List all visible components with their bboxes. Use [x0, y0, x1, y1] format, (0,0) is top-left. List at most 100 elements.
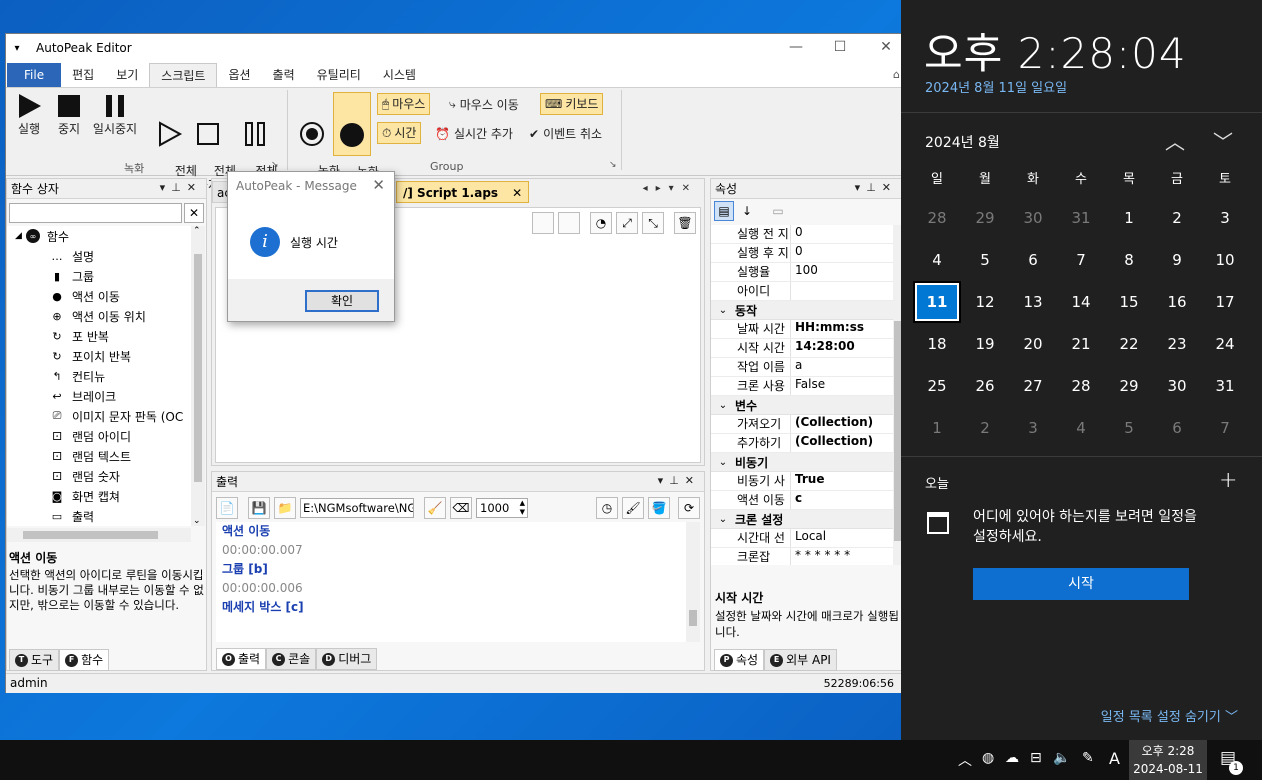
- log-limit-stepper[interactable]: 1000 ▲ ▼: [476, 498, 528, 518]
- tree-item-print[interactable]: ▭ 출력: [7, 506, 191, 526]
- run-button[interactable]: 실행: [12, 92, 46, 136]
- paint-bucket-icon[interactable]: 🪣: [648, 497, 670, 519]
- property-row[interactable]: 가져오기 (Collection): [711, 415, 893, 434]
- broom-icon[interactable]: 🧹: [424, 497, 446, 519]
- calendar-day[interactable]: 29: [1105, 365, 1153, 407]
- dialog-ok-button[interactable]: 확인: [305, 290, 379, 312]
- calendar-day[interactable]: 22: [1105, 323, 1153, 365]
- close-tab-icon[interactable]: ✕: [512, 186, 522, 200]
- property-row[interactable]: 크론 사용 False: [711, 377, 893, 396]
- taskbar-clock[interactable]: 오후 2:28 2024-08-11: [1129, 740, 1207, 780]
- tree-item-description[interactable]: … 설명: [7, 246, 191, 266]
- pane-controls[interactable]: ▾⊥✕: [855, 181, 897, 194]
- calendar-day[interactable]: 2: [961, 407, 1009, 449]
- calendar-day[interactable]: 2: [1153, 197, 1201, 239]
- tree-item-for-loop[interactable]: ↻ 포 반복: [7, 326, 191, 346]
- property-row[interactable]: 시작 시간 14:28:00: [711, 339, 893, 358]
- calendar-day[interactable]: 14: [1057, 281, 1105, 323]
- group2-launcher-icon[interactable]: ↘: [609, 160, 617, 170]
- calendar-day[interactable]: 5: [1105, 407, 1153, 449]
- calendar-day[interactable]: 30: [1153, 365, 1201, 407]
- calendar-day[interactable]: 7: [1057, 239, 1105, 281]
- calendar-next-icon[interactable]: ﹀: [1213, 126, 1233, 155]
- calendar-prev-icon[interactable]: ︿: [1165, 126, 1185, 155]
- menu-output[interactable]: 출력: [262, 63, 306, 87]
- folder-icon[interactable]: 📁: [274, 497, 296, 519]
- property-row[interactable]: 작업 이름 a: [711, 358, 893, 377]
- calendar-day[interactable]: 6: [1009, 239, 1057, 281]
- menu-file[interactable]: File: [7, 63, 62, 87]
- property-row[interactable]: 시간대 선 Local: [711, 529, 893, 548]
- event-cancel-button[interactable]: ✔ 이벤트 취소: [529, 125, 602, 142]
- minimize-button[interactable]: —: [773, 34, 819, 62]
- scroll-thumb[interactable]: [194, 254, 202, 482]
- blank-tool-2[interactable]: [558, 212, 580, 234]
- dialog-close-icon[interactable]: ✕: [372, 176, 385, 194]
- tab-functions[interactable]: F 함수: [59, 649, 110, 671]
- clock-icon[interactable]: ◷: [596, 497, 618, 519]
- flyout-date-link[interactable]: 2024년 8월 11일 일요일: [925, 77, 1067, 96]
- mouse-button[interactable]: 🖱 마우스: [377, 93, 431, 115]
- timer-icon[interactable]: ◔: [590, 212, 612, 234]
- add-event-icon[interactable]: +: [1219, 468, 1237, 493]
- tree-item-action-move-position[interactable]: ⊕ 액션 이동 위치: [7, 306, 191, 326]
- calendar-month[interactable]: 2024년 8월: [925, 132, 1000, 152]
- property-category-action[interactable]: ⌄ 동작: [711, 301, 893, 320]
- brush-icon[interactable]: 🖌: [622, 497, 644, 519]
- maximize-button[interactable]: ☐: [817, 34, 863, 62]
- calendar-day[interactable]: 31: [1201, 365, 1249, 407]
- blank-tool-1[interactable]: [532, 212, 554, 234]
- mouse-move-button[interactable]: ⤷ 마우스 이동: [449, 96, 519, 113]
- calendar-day[interactable]: 10: [1201, 239, 1249, 281]
- calendar-day[interactable]: 15: [1105, 281, 1153, 323]
- calendar-day[interactable]: 29: [961, 197, 1009, 239]
- tree-vertical-scrollbar[interactable]: ⌃ ⌄: [191, 226, 205, 526]
- tree-item-random-id[interactable]: ⚀ 랜덤 아이디: [7, 426, 191, 446]
- menu-view[interactable]: 보기: [105, 63, 149, 87]
- tree-item-random-number[interactable]: ⚀ 랜덤 숫자: [7, 466, 191, 486]
- pane-controls[interactable]: ▾⊥✕: [160, 181, 202, 194]
- menu-utility[interactable]: 유틸리티: [306, 63, 372, 87]
- property-row[interactable]: 크론잡 * * * * * *: [711, 548, 893, 565]
- calendar-day[interactable]: 6: [1153, 407, 1201, 449]
- calendar-day[interactable]: 12: [961, 281, 1009, 323]
- menu-script[interactable]: 스크립트: [149, 63, 218, 87]
- calendar-day[interactable]: 1: [913, 407, 961, 449]
- collapse-icon[interactable]: ⌄: [711, 514, 735, 525]
- delete-icon[interactable]: 🗑: [674, 212, 696, 234]
- calendar-day[interactable]: 25: [913, 365, 961, 407]
- keyboard-button[interactable]: ⌨ 키보드: [540, 93, 604, 115]
- tree-horizontal-scrollbar[interactable]: [7, 528, 191, 542]
- meet-now-icon[interactable]: ◍: [982, 750, 994, 766]
- show-hidden-icons-icon[interactable]: ︿: [958, 750, 972, 770]
- menu-options[interactable]: 옵션: [217, 63, 261, 87]
- tab-debug[interactable]: D 디버그: [316, 648, 378, 670]
- stop-button[interactable]: 중지: [52, 92, 86, 136]
- doc-tab-controls[interactable]: ◂▸▾✕: [643, 183, 698, 194]
- function-search-input[interactable]: [9, 203, 182, 223]
- onedrive-icon[interactable]: ☁: [1005, 750, 1019, 766]
- property-row[interactable]: 비동기 사 True: [711, 472, 893, 491]
- pen-icon[interactable]: ✎: [1082, 750, 1094, 766]
- property-row[interactable]: 실행 후 지0: [711, 244, 893, 263]
- calendar-day[interactable]: 1: [1105, 197, 1153, 239]
- collapse-icon[interactable]: ⌄: [711, 457, 735, 468]
- collapse-icon[interactable]: ◢: [15, 231, 22, 241]
- calendar-day[interactable]: 27: [1009, 365, 1057, 407]
- property-pages-icon[interactable]: ▭: [768, 201, 788, 221]
- calendar-day[interactable]: 26: [961, 365, 1009, 407]
- new-log-icon[interactable]: 📄: [216, 497, 238, 519]
- doc-tab-script[interactable]: /] Script 1.aps ✕: [396, 181, 530, 203]
- calendar-day-today[interactable]: 11: [913, 281, 961, 323]
- group-launcher-icon[interactable]: ↘: [271, 160, 279, 170]
- property-category-variables[interactable]: ⌄ 변수: [711, 396, 893, 415]
- calendar-day[interactable]: 31: [1057, 197, 1105, 239]
- refresh-icon[interactable]: ⟳: [678, 497, 700, 519]
- calendar-day[interactable]: 18: [913, 323, 961, 365]
- property-row[interactable]: 실행 전 지0: [711, 225, 893, 244]
- calendar-day[interactable]: 8: [1105, 239, 1153, 281]
- realtime-add-button[interactable]: ⏰ 실시간 추가: [435, 125, 513, 142]
- tree-item-screen-capture[interactable]: ◙ 화면 캡쳐: [7, 486, 191, 506]
- pane-controls[interactable]: ▾⊥✕: [658, 474, 700, 487]
- property-category-async[interactable]: ⌄ 비동기: [711, 453, 893, 472]
